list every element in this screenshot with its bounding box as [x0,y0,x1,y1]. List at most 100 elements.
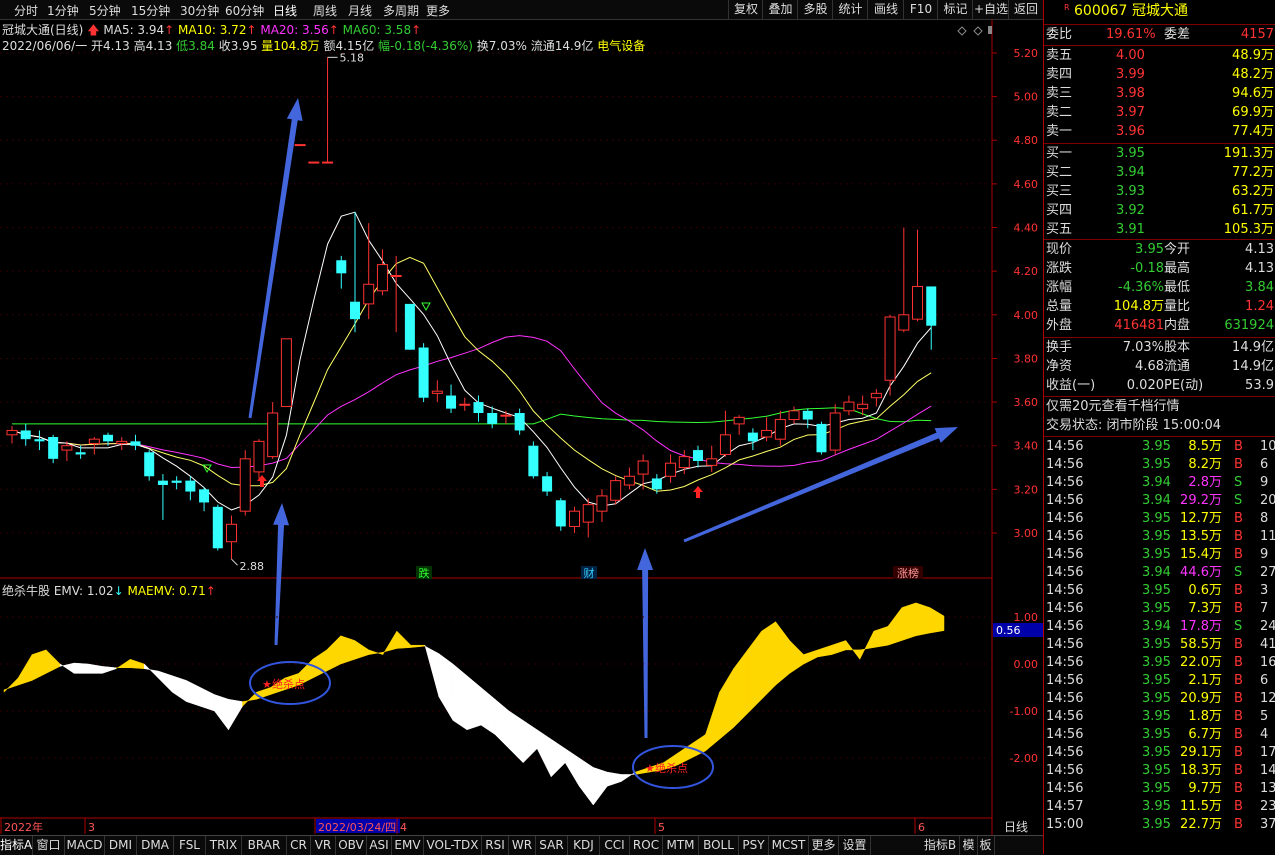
tick-count: 6 [1260,457,1269,472]
tick-price: 3.95 [1142,655,1171,670]
candle-body [898,314,910,331]
tick-side: B [1234,745,1243,760]
indicator-legend: 绝杀牛股 EMV: 1.02↓ MAEMV: 0.71↑ [2,582,216,599]
stat-label: 收益(一) [1046,378,1096,393]
candle-body [185,480,196,492]
tick-count: 41 [1260,637,1275,652]
bottom-right-tab-0[interactable]: 指标B [921,836,960,855]
tick-side: B [1234,637,1243,652]
tick-time: 14:56 [1046,619,1084,634]
candle-body [88,438,100,445]
indicator-tab-11[interactable]: ASI [367,836,392,855]
candle-body [719,434,731,455]
emv-band [873,626,889,648]
tick-row-2: 14:56 3.94 2.8万 S 9 [1044,474,1275,492]
indicator-tab-23[interactable]: MCST [769,836,809,855]
indicator-tab-9[interactable]: VR [311,836,336,855]
low-info: 低3.84 [176,39,215,53]
candle-body [116,440,128,445]
indicator-tab-13[interactable]: VOL-TDX [424,836,482,855]
star-icon: ★ [262,678,272,691]
tick-count: 16 [1260,655,1275,670]
kline-chart-area[interactable]: 5.20 5.00 4.80 4.60 4.40 4.20 4.00 3.80 3.60 3.40… [0,0,1043,835]
down-arrow-icon: ↓ [113,584,124,598]
emv-band [438,653,454,722]
ask-volume: 69.9万 [1232,105,1274,120]
tick-count: 23 [1260,799,1275,814]
candle [774,410,786,446]
emv-tick-label: 0.00 [1014,658,1039,671]
indicator-tab-15[interactable]: WR [509,836,536,855]
indicator-tab-12[interactable]: EMV [392,836,424,855]
indicator-tab-5[interactable]: FSL [174,836,206,855]
bid-label: 买三 [1046,184,1073,199]
tick-side: B [1234,655,1243,670]
stat-label: 总量 [1046,299,1073,314]
indicator-tab-0[interactable]: 指标A [0,836,33,855]
bid-volume: 61.7万 [1232,203,1274,218]
tick-price: 3.95 [1142,817,1171,832]
tick-count: 379 [1260,817,1275,832]
tick-price: 3.95 [1142,529,1171,544]
indicator-tab-1[interactable]: 窗口 [33,836,65,855]
promo-link: 仅需20元查看千档行情 [1046,399,1180,414]
emv-band [887,606,903,646]
tick-row-6: 14:56 3.95 15.4万 B 9 [1044,546,1275,564]
candle [322,57,334,164]
candle [199,487,210,512]
price-tick-label: 4.40 [1014,222,1039,235]
indicator-tab-4[interactable]: DMA [137,836,174,855]
indicator-tab-25[interactable]: 设置 [839,836,871,855]
indicator-tab-3[interactable]: DMI [105,836,137,855]
tick-price: 3.94 [1142,493,1171,508]
bid-row-3: 买四 3.92 61.7万 [1044,202,1275,220]
bid-label: 买五 [1046,222,1073,237]
indicator-tab-17[interactable]: KDJ [568,836,600,855]
tick-price: 3.95 [1142,763,1171,778]
candle [693,445,703,468]
emv-band [144,663,159,679]
ask-label: 卖四 [1046,67,1073,82]
tick-side: B [1234,673,1243,688]
indicator-tab-24[interactable]: 更多 [809,836,839,855]
candle-body [404,303,415,350]
bid-price: 3.93 [1116,184,1145,199]
candle [185,476,196,501]
emv-band [186,680,201,707]
stat2-row-0: 换手 7.03% 股本 14.9亿 [1044,339,1275,357]
emv-band [859,630,875,660]
candle [926,286,937,350]
ask-row-2: 卖三 3.98 94.6万 [1044,85,1275,103]
indicator-tab-16[interactable]: SAR [536,836,568,855]
indicator-tab-21[interactable]: BOLL [699,836,739,855]
stat-value: 4.13 [1245,242,1274,257]
tick-price: 3.95 [1142,799,1171,814]
indicator-tab-10[interactable]: OBV [336,836,367,855]
indicator-tab-14[interactable]: RSI [482,836,509,855]
bottom-right-tab-2[interactable]: 板 [977,836,995,855]
indicator-tab-2[interactable]: MACD [65,836,105,855]
bottom-right-tab-1[interactable]: 模 [960,836,978,855]
stat-value: 53.9 [1245,378,1274,393]
indicator-tab-22[interactable]: PSY [739,836,769,855]
tick-price: 3.95 [1142,727,1171,742]
ask-volume: 48.2万 [1232,67,1274,82]
indicator-tab-7[interactable]: BRAR [242,836,287,855]
indicator-tab-8[interactable]: CR [287,836,311,855]
tick-side: B [1234,529,1243,544]
emv-band [817,644,833,658]
indicator-tab-18[interactable]: CCI [600,836,630,855]
divider [1044,436,1275,437]
indicator-tab-20[interactable]: MTM [663,836,699,855]
candle [665,454,677,483]
period-label: 日线 [1004,820,1028,834]
indicator-name: 绝杀牛股 [2,584,51,598]
indicator-tab-19[interactable]: ROC [630,836,663,855]
star-icon: ★ [645,762,655,775]
emv-tick-label: 1.00 [1014,611,1039,624]
tick-count: 27 [1260,565,1275,580]
stat-value: 631924 [1224,318,1274,333]
indicator-tab-6[interactable]: TRIX [206,836,242,855]
tick-time: 14:57 [1046,799,1084,814]
stat-value: 14.9亿 [1232,359,1274,374]
